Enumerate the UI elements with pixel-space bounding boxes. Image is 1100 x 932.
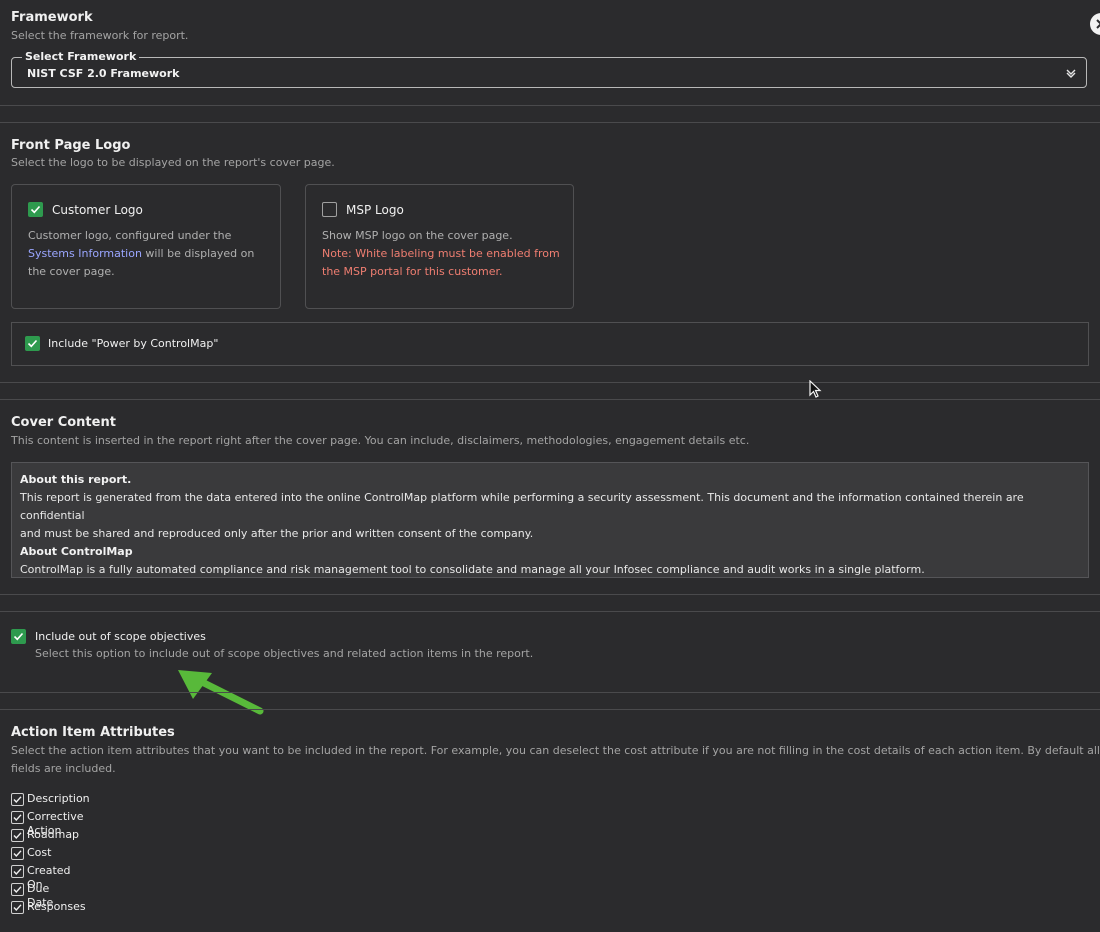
msp-logo-note: the MSP portal for this customer. [322,265,503,278]
attribute-label: Description [27,792,90,805]
framework-select-value: NIST CSF 2.0 Framework [27,67,180,80]
customer-logo-text: Customer logo, configured under the Syst… [28,227,254,281]
framework-title: Framework [11,10,93,25]
about-controlmap-heading: About ControlMap [20,545,133,558]
divider [0,692,1100,693]
msp-logo-text-line: Show MSP logo on the cover page. [322,229,513,242]
customer-logo-text-line: Customer logo, configured under the [28,229,232,242]
cover-description: This content is inserted in the report r… [11,434,750,447]
close-icon [1096,19,1100,29]
about-report-text: This report is generated from the data e… [20,491,1024,522]
about-controlmap-text: ControlMap is a fully automated complian… [20,563,925,576]
attribute-checkbox[interactable] [11,793,24,806]
attribute-checkbox[interactable] [11,829,24,842]
attributes-title: Action Item Attributes [11,725,175,740]
attribute-checkbox[interactable] [11,901,24,914]
about-report-heading: About this report. [20,473,132,486]
customer-logo-text-line: will be displayed on [145,247,255,260]
divider [0,594,1100,595]
attribute-checkbox[interactable] [11,883,24,896]
powered-by-label: Include "Power by ControlMap" [48,337,219,350]
about-report-text: and must be shared and reproduced only a… [20,527,534,540]
framework-select[interactable]: Select Framework NIST CSF 2.0 Framework [11,50,1087,88]
divider [0,611,1100,612]
check-icon [30,205,41,214]
systems-information-link[interactable]: Systems Information [28,247,142,260]
divider [0,122,1100,123]
mouse-pointer-icon [809,380,822,398]
attribute-label: Roadmap [27,828,80,841]
msp-logo-text: Show MSP logo on the cover page. Note: W… [322,227,560,281]
framework-description: Select the framework for report. [11,29,189,42]
out-of-scope-checkbox[interactable] [11,629,26,644]
cover-title: Cover Content [11,415,116,430]
msp-logo-checkbox[interactable] [322,202,337,217]
check-icon [13,632,24,641]
attributes-description: fields are included. [11,762,116,775]
check-icon [13,814,22,822]
attribute-checkbox[interactable] [11,865,24,878]
check-icon [13,904,22,912]
cover-content-editor[interactable]: About this report. This report is genera… [11,462,1089,578]
attribute-checkbox[interactable] [11,847,24,860]
check-icon [13,886,22,894]
customer-logo-label: Customer Logo [52,203,143,217]
framework-select-label: Select Framework [22,50,140,64]
logo-description: Select the logo to be displayed on the r… [11,156,335,169]
logo-title: Front Page Logo [11,138,131,153]
out-of-scope-label: Include out of scope objectives [35,630,206,643]
msp-logo-note: Note: White labeling must be enabled fro… [322,247,560,260]
check-icon [13,868,22,876]
powered-by-option[interactable]: Include "Power by ControlMap" [11,322,1089,366]
out-of-scope-description: Select this option to include out of sco… [35,647,534,660]
msp-logo-card[interactable]: MSP Logo Show MSP logo on the cover page… [305,184,574,309]
powered-by-checkbox[interactable] [25,336,40,351]
divider [0,382,1100,383]
check-icon [13,850,22,858]
green-arrow-annotation [178,670,264,715]
check-icon [13,832,22,840]
attribute-label: Responses [27,900,86,913]
customer-logo-text-line: the cover page. [28,265,115,278]
chevron-down-icon [1066,69,1076,78]
msp-logo-label: MSP Logo [346,203,404,217]
attribute-checkbox[interactable] [11,811,24,824]
attributes-description: Select the action item attributes that y… [11,744,1100,757]
divider [0,399,1100,400]
close-button[interactable] [1090,13,1100,35]
check-icon [27,339,38,348]
attribute-label: Cost [27,846,52,859]
divider [0,709,1100,710]
customer-logo-card[interactable]: Customer Logo Customer logo, configured … [11,184,281,309]
customer-logo-checkbox[interactable] [28,202,43,217]
divider [0,105,1100,106]
check-icon [13,796,22,804]
